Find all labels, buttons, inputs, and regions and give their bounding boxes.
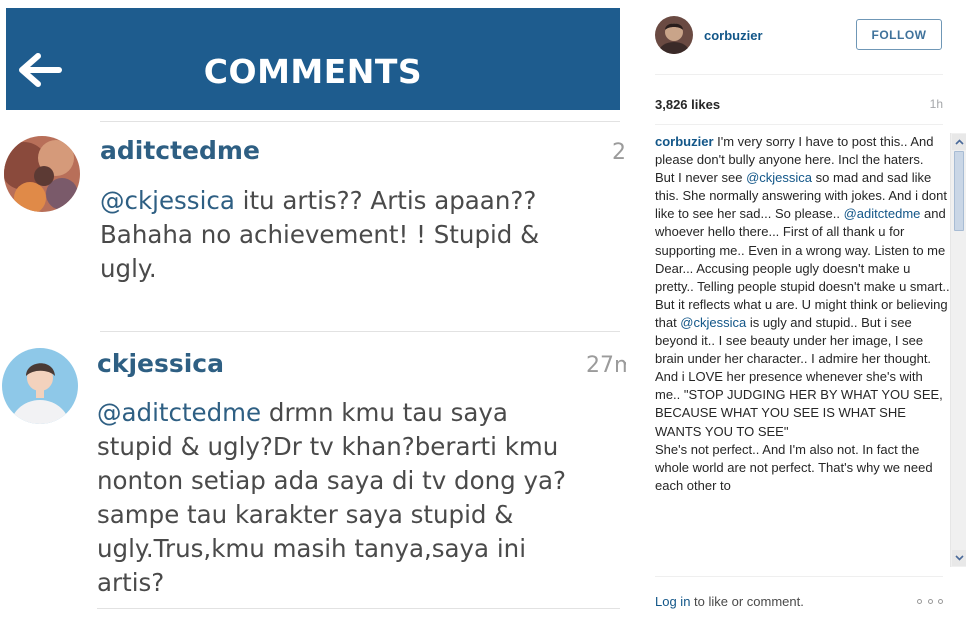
caption-text: is ugly and stupid.. But i see beyond it…	[655, 314, 943, 493]
caption-username[interactable]: corbuzier	[655, 134, 714, 149]
comments-header: COMMENTS	[6, 8, 620, 110]
comment-body: drmn kmu tau saya stupid & ugly?Dr tv kh…	[97, 398, 566, 597]
divider	[655, 74, 943, 75]
caption-mention[interactable]: @ckjessica	[746, 170, 812, 185]
comment-text: @ckjessica itu artis?? Artis apaan?? Bah…	[100, 184, 539, 286]
divider	[100, 331, 620, 332]
caption-text: and whoever hello there... First of all …	[655, 206, 950, 330]
caption-mention[interactable]: @aditctedme	[844, 206, 921, 221]
comments-title: COMMENTS	[203, 52, 423, 91]
scroll-thumb[interactable]	[954, 151, 964, 231]
post-caption: corbuzier I'm very sorry I have to post …	[655, 133, 950, 495]
comment-username: ckjessica	[97, 349, 224, 378]
more-options-icon[interactable]	[917, 594, 943, 608]
likes-count[interactable]: 3,826 likes	[655, 97, 720, 112]
caption-mention[interactable]: @ckjessica	[680, 315, 746, 330]
scroll-up-button[interactable]	[952, 134, 966, 150]
login-prompt: Log in to like or comment.	[655, 594, 804, 609]
avatar	[2, 348, 78, 424]
divider	[97, 608, 620, 609]
comment-username: aditctedme	[100, 136, 260, 165]
comment-mention: @ckjessica	[100, 186, 235, 215]
comment-time: 2	[612, 140, 626, 165]
chevron-down-icon	[954, 555, 964, 561]
post-age[interactable]: 1h	[930, 97, 943, 111]
avatar	[4, 136, 80, 212]
post-author-username[interactable]: corbuzier	[704, 28, 763, 43]
comment-mention: @aditctedme	[97, 398, 262, 427]
login-prompt-text: to like or comment.	[690, 594, 804, 609]
comment-time: 27m	[586, 353, 626, 378]
login-link[interactable]: Log in	[655, 594, 690, 609]
caption-scrollbar[interactable]	[950, 133, 966, 567]
caption-scroll-area[interactable]: corbuzier I'm very sorry I have to post …	[655, 133, 950, 567]
avatar[interactable]	[655, 16, 693, 54]
post-sidebar: corbuzier FOLLOW 3,826 likes 1h corbuzie…	[640, 0, 967, 632]
comment-text: @aditctedme drmn kmu tau saya stupid & u…	[97, 396, 566, 600]
divider	[100, 121, 620, 122]
follow-button[interactable]: FOLLOW	[856, 19, 942, 50]
chevron-up-icon	[954, 139, 964, 145]
scroll-down-button[interactable]	[952, 550, 966, 566]
divider	[655, 124, 943, 125]
divider	[655, 576, 943, 577]
post-photo: COMMENTS aditctedme 2 @ckjessica itu art…	[0, 0, 626, 632]
